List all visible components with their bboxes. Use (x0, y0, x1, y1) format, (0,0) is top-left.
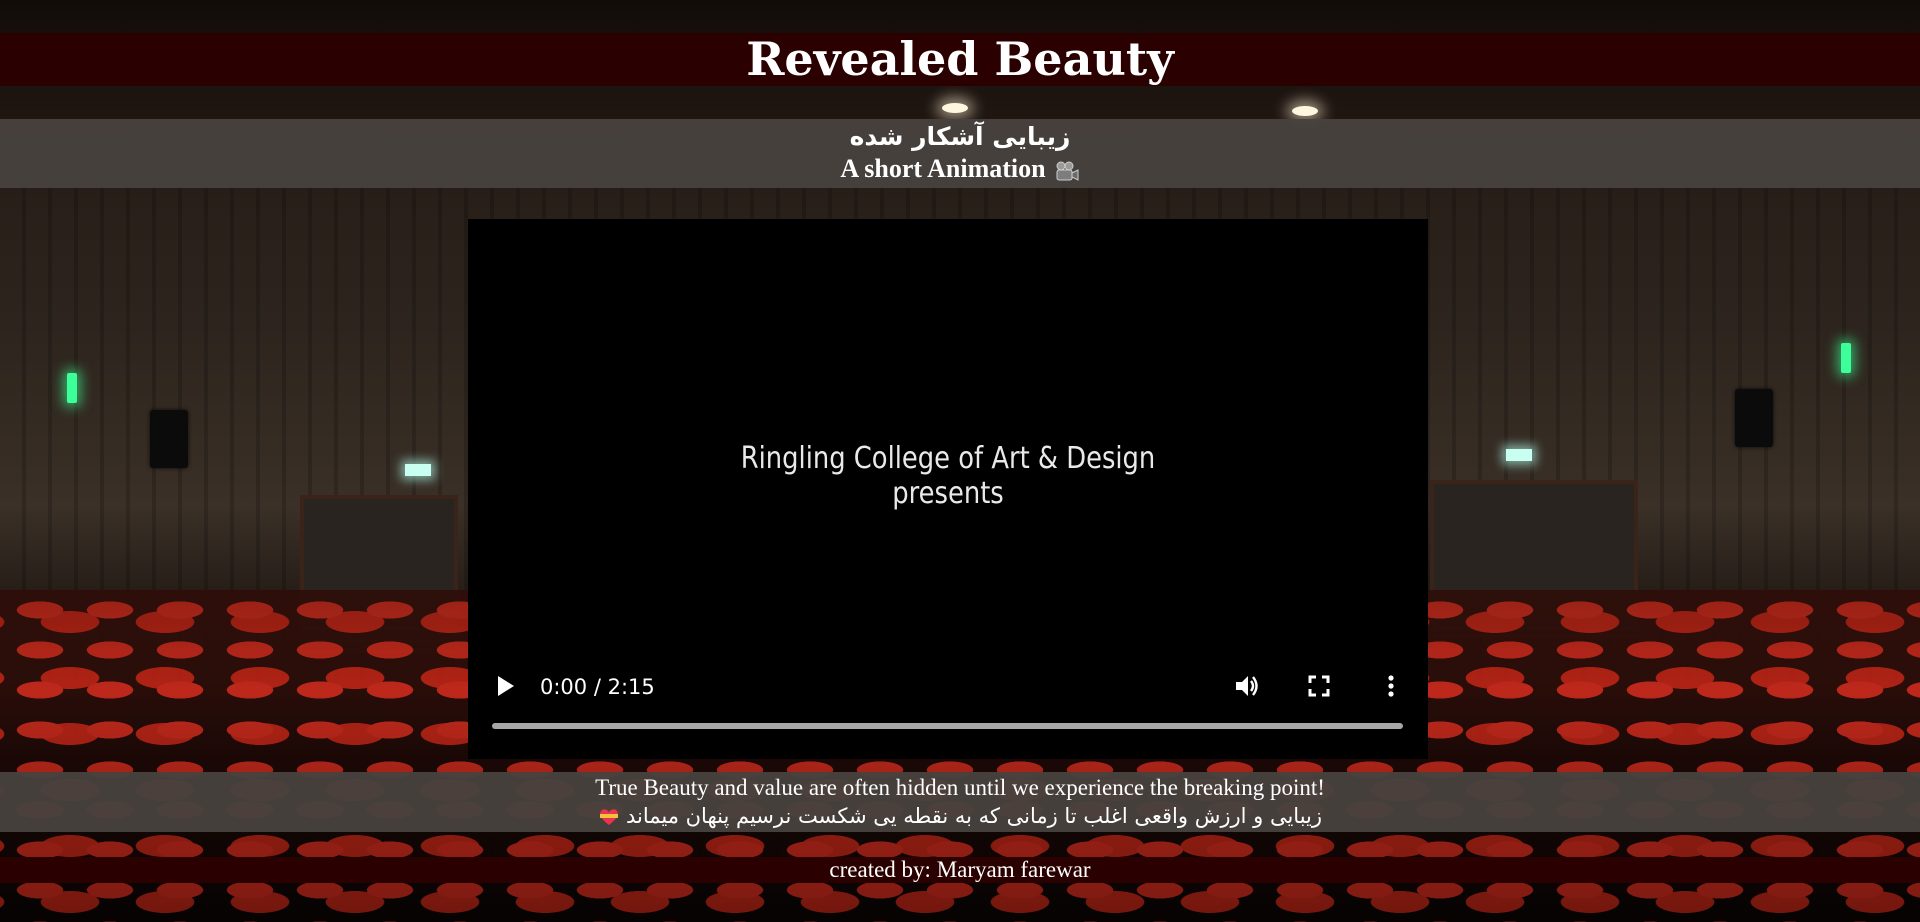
volume-button[interactable] (1233, 672, 1261, 700)
more-vertical-icon (1388, 675, 1394, 697)
video-frame-text: Ringling College of Art & Design present… (535, 441, 1361, 511)
heart-ribbon-icon (598, 806, 620, 826)
subtitle-persian: زیبایی آشکار شده (849, 121, 1071, 151)
ceiling-light (942, 103, 968, 113)
page-title: Revealed Beauty (746, 32, 1174, 86)
more-options-button[interactable] (1377, 672, 1405, 700)
tagline-band: True Beauty and value are often hidden u… (0, 772, 1920, 832)
volume-icon (1236, 676, 1258, 696)
video-frame-line2: presents (892, 476, 1004, 511)
speaker (1735, 389, 1773, 447)
video-frame-line1: Ringling College of Art & Design (740, 441, 1156, 476)
subtitle-english: A short Animation (840, 153, 1046, 183)
exit-light (67, 373, 77, 403)
ceiling-light (1292, 106, 1318, 116)
subtitle-band: زیبایی آشکار شده A short Animation (0, 119, 1920, 188)
tagline-english: True Beauty and value are often hidden u… (595, 775, 1325, 800)
title-band: Revealed Beauty (0, 33, 1920, 86)
footer-band: created by: Maryam farewar (0, 857, 1920, 883)
fullscreen-button[interactable] (1305, 672, 1333, 700)
exit-sign (1506, 449, 1532, 461)
fullscreen-icon (1308, 675, 1330, 697)
speaker (150, 410, 188, 468)
tagline-persian-row: زیبایی و ارزش واقعی اغلب تا زمانی که به … (598, 802, 1322, 830)
page: Revealed Beauty زیبایی آشکار شده A short… (0, 0, 1920, 922)
subtitle-english-row: A short Animation (840, 152, 1079, 186)
time-display: 0:00 / 2:15 (540, 675, 655, 699)
movie-camera-icon (1054, 158, 1080, 181)
tagline-persian: زیبایی و ارزش واقعی اغلب تا زمانی که به … (625, 804, 1323, 828)
exit-light (1841, 343, 1851, 373)
play-icon (498, 676, 514, 696)
play-button[interactable] (494, 673, 518, 699)
footer-credit: created by: Maryam farewar (829, 857, 1091, 882)
exit-sign (405, 464, 431, 476)
video-progress-bar[interactable] (492, 723, 1403, 729)
